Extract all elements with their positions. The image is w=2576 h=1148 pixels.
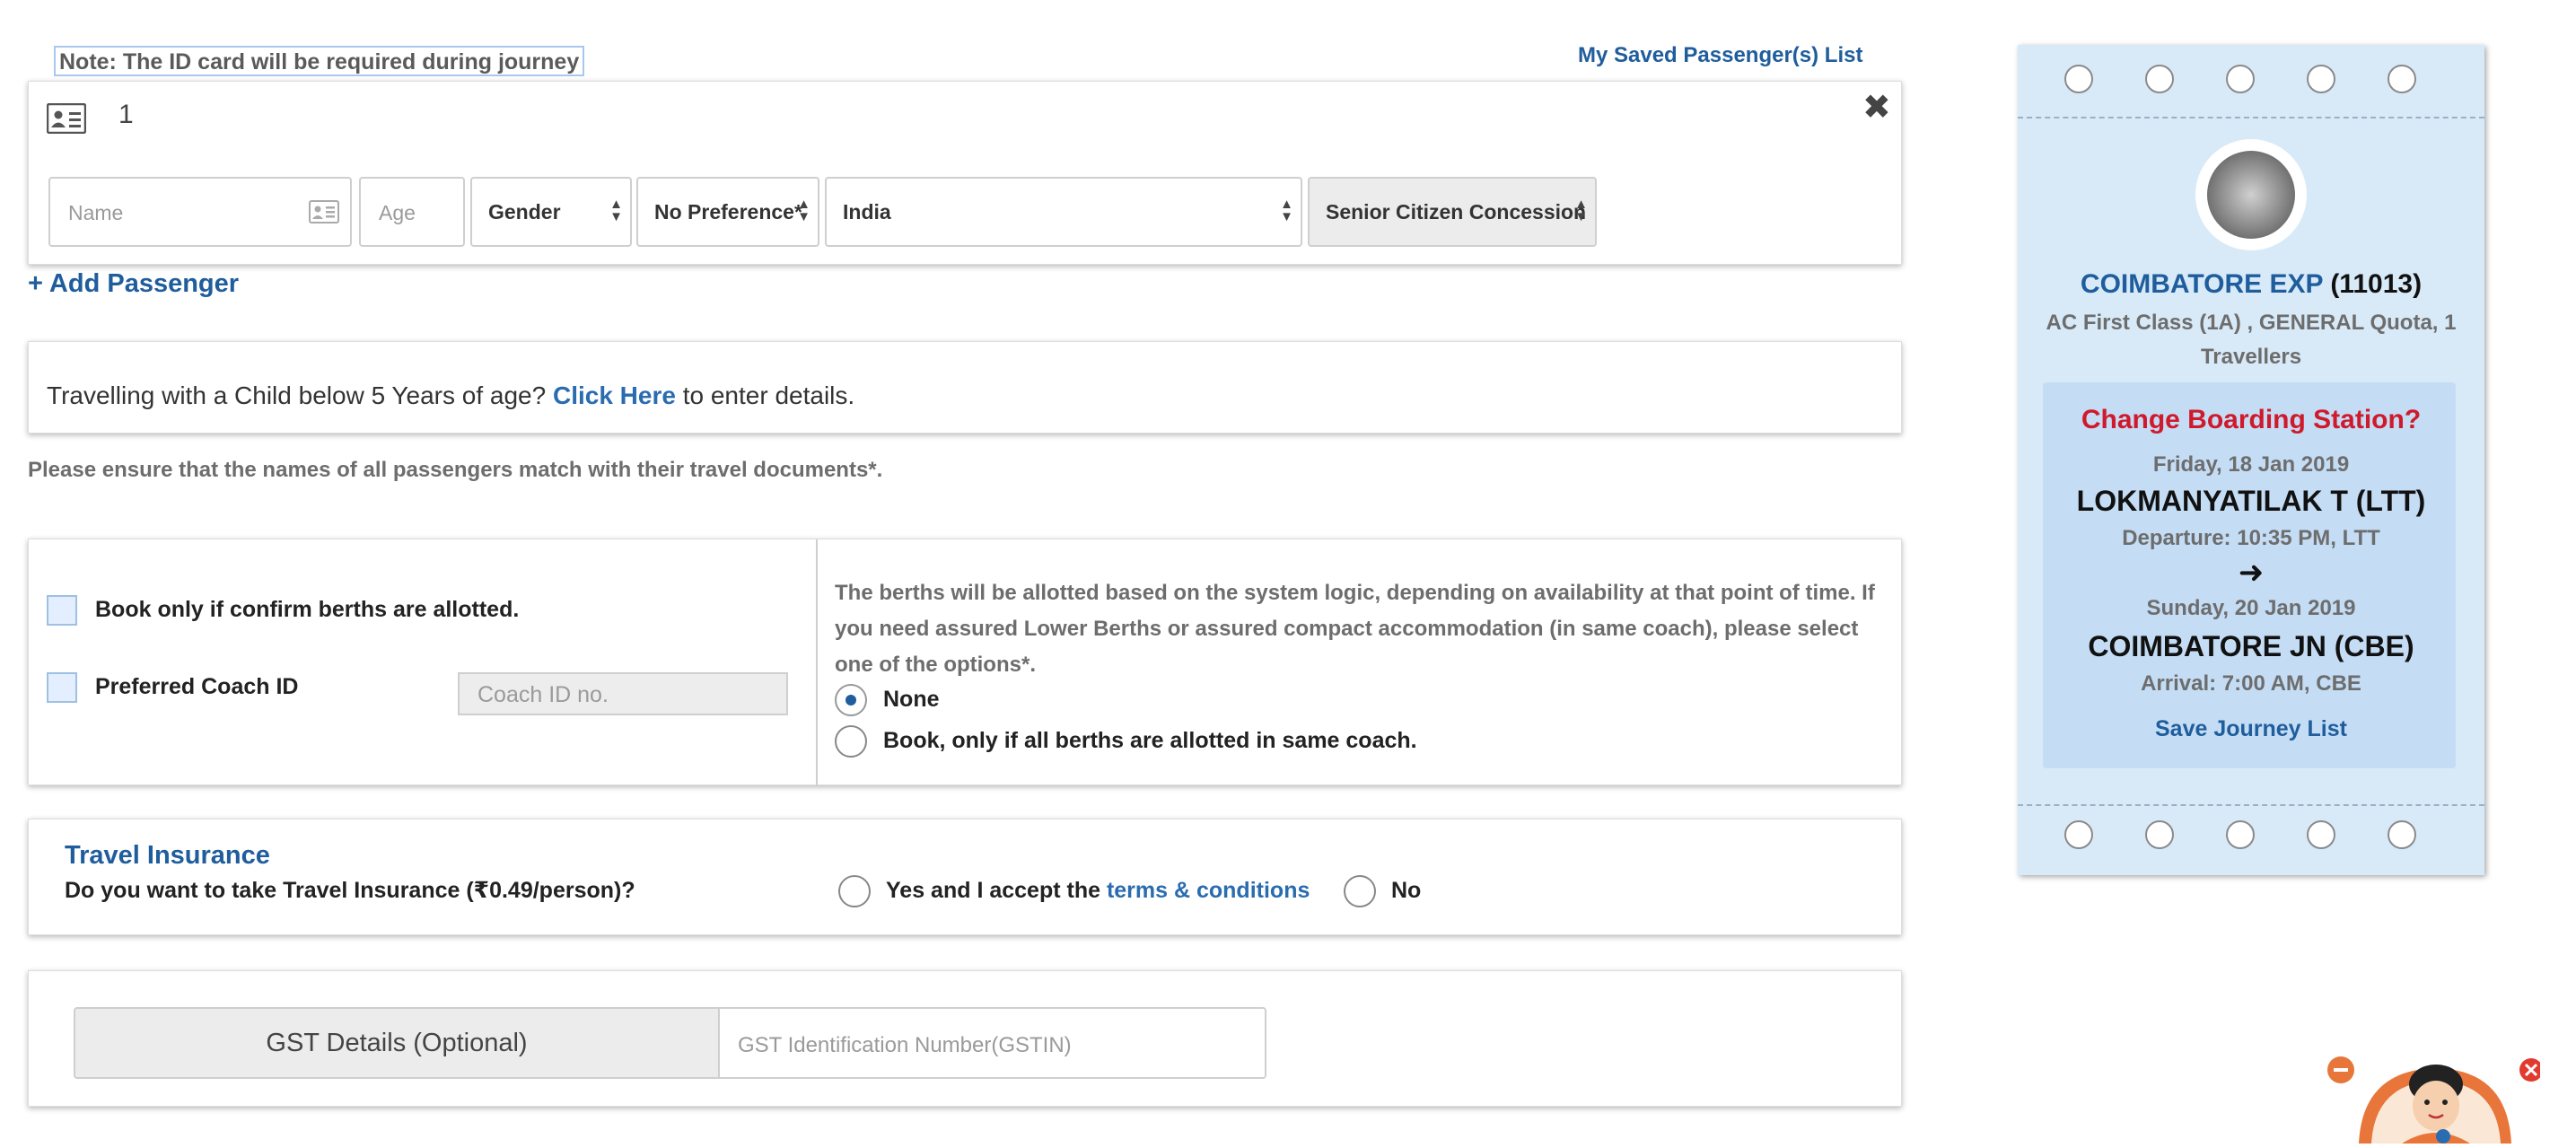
concession-value: Senior Citizen Concession [1326,200,1587,223]
ticket-hole [2226,65,2255,93]
insurance-yes-label: Yes and I accept the terms & conditions [886,878,1310,904]
gender-select[interactable]: Gender ▲ ▼ [470,177,632,247]
berth-options-card: Book only if confirm berths are allotted… [28,539,1902,786]
travel-insurance-card: Travel Insurance Do you want to take Tra… [28,819,1902,935]
berth-option-same-coach-label: Book, only if all berths are allotted in… [883,728,1417,753]
arrival-time: Arrival: 7:00 AM, CBE [2141,671,2361,696]
preferred-coach-checkbox[interactable] [47,672,77,703]
coach-id-input[interactable]: Coach ID no. [458,672,788,715]
train-name: COIMBATORE EXP [2080,269,2323,299]
ticket-hole [2064,65,2093,93]
gst-card: GST Details (Optional) GST Identificatio… [28,970,1902,1107]
ticket-perforation [2018,804,2484,806]
train-number: (11013) [2330,269,2423,299]
id-card-icon [309,200,339,223]
arrival-date: Sunday, 20 Jan 2019 [2146,596,2356,620]
ticket-hole [2388,65,2416,93]
class-quota-info: AC First Class (1A) , GENERAL Quota, 1 [2046,311,2457,335]
select-arrows-icon: ▲ ▼ [1280,197,1293,224]
from-station: LOKMANYATILAK T (LTT) [2076,485,2426,517]
ticket-hole [2145,820,2174,849]
child-info-text: Travelling with a Child below 5 Years of… [47,381,854,410]
insurance-no-radio[interactable] [1344,875,1376,907]
ticket-hole [2307,65,2335,93]
berth-preference-select[interactable]: No Preference* ▲ ▼ [636,177,819,247]
ticket-hole [2307,820,2335,849]
ticket-hole [2145,65,2174,93]
railway-emblem-logo [2195,139,2307,250]
insurance-yes-radio[interactable] [838,875,871,907]
saved-passengers-link[interactable]: My Saved Passenger(s) List [1578,43,1862,68]
id-card-icon [47,103,86,134]
select-arrows-icon: ▲ ▼ [797,197,810,224]
save-journey-link[interactable]: Save Journey List [2018,716,2484,742]
ticket-hole [2064,820,2093,849]
departure-time: Departure: 10:35 PM, LTT [2122,526,2380,550]
ticket-perforation [2018,117,2484,118]
select-arrows-icon: ▲ ▼ [609,197,623,224]
emblem-seal [2207,151,2295,239]
gstin-input[interactable]: GST Identification Number(GSTIN) [718,1007,1266,1079]
add-passenger-link[interactable]: + Add Passenger [28,269,239,299]
to-station: COIMBATORE JN (CBE) [2088,630,2414,662]
nationality-select[interactable]: India ▲ ▼ [825,177,1302,247]
insurance-no-label: No [1391,878,1422,903]
berth-option-none-radio[interactable] [835,684,867,716]
assistant-avatar-icon [2327,1056,2543,1144]
chat-assistant-widget[interactable] [2316,1032,2543,1144]
child-prefix: Travelling with a Child below 5 Years of… [47,381,547,409]
id-card-note: Note: The ID card will be required durin… [54,46,585,76]
name-input[interactable]: Name [48,177,352,247]
child-click-here-link[interactable]: Click Here [553,381,676,409]
train-title: COIMBATORE EXP (11013) [2018,269,2484,300]
gst-details-button[interactable]: GST Details (Optional) [74,1007,720,1079]
coach-id-placeholder: Coach ID no. [478,682,609,707]
name-placeholder: Name [68,201,124,224]
travellers-label: Travellers [2200,345,2302,369]
age-input[interactable]: Age [359,177,465,247]
names-match-note: Please ensure that the names of all pass… [28,458,883,482]
select-arrows-icon: ▲ ▼ [1574,197,1588,224]
ticket-hole [2226,820,2255,849]
confirm-berths-checkbox[interactable] [47,595,77,626]
child-suffix: to enter details. [682,381,855,409]
concession-select[interactable]: Senior Citizen Concession ▲ ▼ [1308,177,1597,247]
passenger-number: 1 [118,100,134,129]
insurance-title: Travel Insurance [65,841,270,870]
journey-ticket-summary: COIMBATORE EXP (11013) AC First Class (1… [2018,45,2484,875]
close-icon[interactable]: ✖ [1862,87,1891,127]
gender-value: Gender [488,200,561,223]
preferred-coach-label: Preferred Coach ID [95,674,299,699]
age-placeholder: Age [379,201,416,224]
berth-option-same-coach-radio[interactable] [835,725,867,758]
change-boarding-link[interactable]: Change Boarding Station? [2018,405,2484,435]
child-info-card: Travelling with a Child below 5 Years of… [28,341,1902,434]
arrow-right-icon: ➜ [2238,556,2265,590]
gstin-placeholder: GST Identification Number(GSTIN) [738,1033,1072,1057]
berth-preference-value: No Preference* [654,200,802,223]
departure-date: Friday, 18 Jan 2019 [2152,452,2350,477]
berth-option-none-label: None [883,687,940,712]
insurance-question: Do you want to take Travel Insurance (₹0… [65,878,635,903]
confirm-berths-label: Book only if confirm berths are allotted… [95,597,520,622]
nationality-value: India [843,200,891,223]
berth-allotment-info: The berths will be allotted based on the… [835,581,1875,677]
berth-divider [816,539,818,786]
ticket-hole [2388,820,2416,849]
insurance-yes-text: Yes and I accept the [886,878,1100,903]
terms-conditions-link[interactable]: terms & conditions [1107,878,1310,903]
passenger-card: 1 ✖ Name Age Gender ▲ ▼ No Preference* ▲ ▼… [28,81,1902,265]
